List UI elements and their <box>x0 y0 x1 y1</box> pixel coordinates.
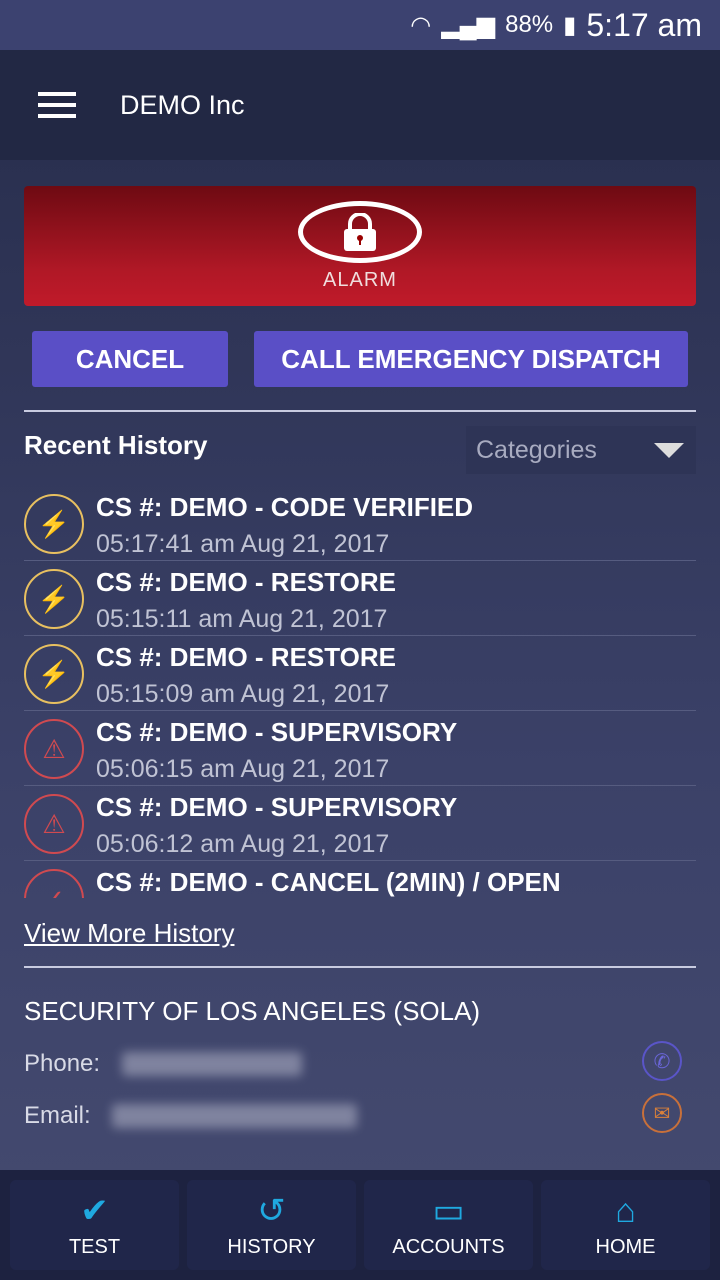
nav-history[interactable]: ↺ HISTORY <box>187 1180 356 1270</box>
list-item[interactable]: ⚠ CS #: DEMO - SUPERVISORY 05:06:12 am A… <box>24 786 696 861</box>
warning-icon: ⚠ <box>24 794 84 854</box>
history-title: CS #: DEMO - RESTORE <box>96 642 397 672</box>
email-label: Email: <box>24 1102 91 1129</box>
nav-label: HISTORY <box>227 1235 316 1258</box>
app-title: DEMO Inc <box>120 89 245 120</box>
check-icon: ✓ <box>24 869 84 898</box>
card-icon: ▭ <box>432 1191 465 1230</box>
home-icon: ⌂ <box>615 1191 636 1230</box>
view-more-history-link[interactable]: View More History <box>24 918 234 949</box>
history-title: CS #: DEMO - CODE VERIFIED <box>96 492 474 522</box>
lock-icon <box>298 200 422 263</box>
phone-value-redacted <box>122 1052 302 1076</box>
history-title: CS #: DEMO - CANCEL (2MIN) / OPEN <box>96 867 561 897</box>
recent-history-title: Recent History <box>24 430 208 460</box>
alarm-banner[interactable]: ALARM <box>24 186 696 306</box>
history-time: 05:15:11 am Aug 21, 2017 <box>96 605 388 633</box>
history-list[interactable]: ⚡ CS #: DEMO - CODE VERIFIED 05:17:41 am… <box>24 486 696 898</box>
status-bar: ◠ ▂▄▆ 88% ▮ 5:17 am <box>0 0 720 50</box>
check-circle-icon: ✔ <box>80 1191 109 1230</box>
signal-icon: ▂▄▆ <box>441 11 496 39</box>
history-time: 05:17:41 am Aug 21, 2017 <box>96 530 390 558</box>
wifi-icon: ◠ <box>410 11 432 39</box>
nav-label: HOME <box>595 1235 656 1258</box>
list-item[interactable]: ⚡ CS #: DEMO - RESTORE 05:15:09 am Aug 2… <box>24 636 696 711</box>
dropdown-arrow-icon <box>654 443 684 458</box>
history-time: 05:15:09 am Aug 21, 2017 <box>96 680 390 708</box>
history-title: CS #: DEMO - SUPERVISORY <box>96 792 458 822</box>
cancel-button[interactable]: CANCEL <box>32 331 228 387</box>
history-time: 05:06:12 am Aug 21, 2017 <box>96 830 390 858</box>
alarm-label: ALARM <box>323 268 397 291</box>
history-time: 05:06:15 am Aug 21, 2017 <box>96 755 390 783</box>
lightning-icon: ⚡ <box>24 569 84 629</box>
warning-icon: ⚠ <box>24 719 84 779</box>
nav-accounts[interactable]: ▭ ACCOUNTS <box>364 1180 533 1270</box>
battery-icon: ▮ <box>563 11 577 39</box>
lightning-icon: ⚡ <box>24 494 84 554</box>
app-bar: DEMO Inc <box>0 50 720 160</box>
categories-label: Categories <box>476 435 597 464</box>
call-emergency-dispatch-button[interactable]: CALL EMERGENCY DISPATCH <box>254 331 688 387</box>
lightning-icon: ⚡ <box>24 644 84 704</box>
list-item[interactable]: ⚠ CS #: DEMO - SUPERVISORY 05:06:15 am A… <box>24 711 696 786</box>
divider <box>24 410 696 412</box>
battery-percent: 88% <box>505 11 554 38</box>
list-item[interactable]: ⚡ CS #: DEMO - RESTORE 05:15:11 am Aug 2… <box>24 561 696 636</box>
nav-label: ACCOUNTS <box>392 1235 505 1258</box>
menu-icon[interactable] <box>38 92 76 118</box>
phone-label: Phone: <box>24 1050 101 1077</box>
mail-icon[interactable]: ✉ <box>642 1093 682 1133</box>
clock: 5:17 am <box>586 6 702 43</box>
categories-dropdown[interactable]: Categories <box>466 426 696 474</box>
history-title: CS #: DEMO - RESTORE <box>96 567 397 597</box>
divider <box>24 966 696 968</box>
history-title: CS #: DEMO - SUPERVISORY <box>96 717 458 747</box>
list-item[interactable]: ✓ CS #: DEMO - CANCEL (2MIN) / OPEN <box>24 861 696 898</box>
nav-test[interactable]: ✔ TEST <box>10 1180 179 1270</box>
phone-icon[interactable]: ✆ <box>642 1041 682 1081</box>
history-icon: ↺ <box>257 1191 286 1230</box>
company-name: SECURITY OF LOS ANGELES (SOLA) <box>24 996 481 1026</box>
bottom-nav: ✔ TEST ↺ HISTORY ▭ ACCOUNTS ⌂ HOME <box>0 1170 720 1280</box>
email-value-redacted <box>112 1104 357 1128</box>
nav-home[interactable]: ⌂ HOME <box>541 1180 710 1270</box>
list-item[interactable]: ⚡ CS #: DEMO - CODE VERIFIED 05:17:41 am… <box>24 486 696 561</box>
nav-label: TEST <box>68 1235 121 1258</box>
